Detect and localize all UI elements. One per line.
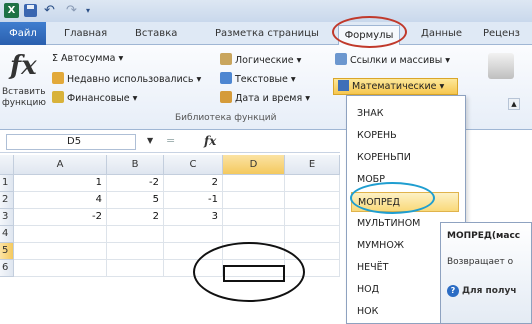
cell-a3[interactable]: -2 [14,209,107,226]
lookup-icon [335,53,347,65]
name-box-dropdown-icon[interactable]: ▼ [147,136,153,145]
calendar-icon [220,91,232,103]
logical-label: Логические ▾ [235,55,302,66]
row-header[interactable]: 2 [0,192,14,209]
blue-circle-annotation [350,182,435,214]
cell-b1[interactable]: -2 [107,175,164,192]
text-functions-button[interactable]: Текстовые ▾ [220,72,296,85]
autosum-label: Σ Автосумма ▾ [52,53,124,64]
menu-item-znak[interactable]: ЗНАК [357,104,462,124]
tab-page-layout[interactable]: Разметка страницы [215,28,319,39]
logical-button[interactable]: Логические ▾ [220,53,301,66]
function-tooltip: МОПРЕД(масс Возвращает о ? Для получ [440,222,532,324]
cell-d1[interactable] [223,175,285,192]
row-header[interactable]: 3 [0,209,14,226]
spreadsheet-grid: A B C D E 1 1 -2 2 2 4 5 -1 3 -2 2 3 4 5… [0,155,340,324]
cell-c3[interactable]: 3 [164,209,223,226]
star-icon [52,72,64,84]
formula-cancel-icon[interactable]: = [166,134,175,147]
red-circle-annotation [332,16,407,48]
math-trig-label: Математические ▾ [352,81,445,92]
tooltip-help-link[interactable]: ? Для получ [447,285,517,297]
menu-scroll-up-icon[interactable]: ▲ [508,98,520,110]
lookup-reference-button[interactable]: Ссылки и массивы ▾ [335,53,450,66]
function-library-group-label: Библиотека функций [175,113,277,123]
quick-access-toolbar: X ↶ ↷ ▾ [0,0,532,22]
logical-book-icon [220,53,232,65]
cell-b4[interactable] [107,226,164,243]
cell-c4[interactable] [164,226,223,243]
cell-e2[interactable] [285,192,340,209]
cell-e1[interactable] [285,175,340,192]
cell-c1[interactable]: 2 [164,175,223,192]
row-header[interactable]: 5 [0,243,14,260]
math-icon [338,80,349,91]
datetime-button[interactable]: Дата и время ▾ [220,91,310,104]
tab-insert[interactable]: Вставка [135,28,177,39]
cell-d4[interactable] [223,226,285,243]
black-circle-annotation [193,242,305,302]
recent-functions-label: Недавно использовались ▾ [67,74,202,85]
row-header[interactable]: 1 [0,175,14,192]
cell-d2[interactable] [223,192,285,209]
cell-a6[interactable] [14,260,107,277]
column-header[interactable]: E [285,155,340,175]
formula-fx-icon[interactable]: fx [204,134,216,148]
row-header[interactable]: 4 [0,226,14,243]
tab-home[interactable]: Главная [64,28,107,39]
recent-functions-button[interactable]: Недавно использовались ▾ [52,72,201,85]
cell-a2[interactable]: 4 [14,192,107,209]
autosum-button[interactable]: Σ Автосумма ▾ [52,53,123,64]
insert-function-icon[interactable]: fx [10,51,37,81]
cell-e3[interactable] [285,209,340,226]
cell-a5[interactable] [14,243,107,260]
coins-icon [52,91,64,103]
customize-qat-icon[interactable]: ▾ [86,4,99,17]
select-all-corner[interactable] [0,155,14,175]
tooltip-description: Возвращает о [447,257,514,267]
cell-e4[interactable] [285,226,340,243]
text-icon [220,72,232,84]
insert-function-button[interactable]: Вставить функцию [2,87,46,109]
math-trig-button[interactable]: Математические ▾ [333,78,458,95]
ribbon-tabs: Файл Главная Вставка Разметка страницы Ф… [0,22,532,46]
name-box[interactable]: D5 [6,134,136,150]
help-icon: ? [447,285,459,297]
formula-bar: D5 ▼ = fx [0,131,340,153]
column-header[interactable]: A [14,155,107,175]
cell-d3[interactable] [223,209,285,226]
tooltip-help-label: Для получ [462,286,517,296]
calc-printer-icon[interactable] [488,53,514,79]
cell-b2[interactable]: 5 [107,192,164,209]
save-icon[interactable] [24,4,37,17]
excel-logo-icon: X [4,3,19,18]
cell-c2[interactable]: -1 [164,192,223,209]
lookup-reference-label: Ссылки и массивы ▾ [350,55,451,66]
tab-data[interactable]: Данные [421,28,462,39]
column-header[interactable]: D [223,155,285,175]
menu-item-korenpi[interactable]: КОРЕНЬПИ [357,148,462,168]
cell-a1[interactable]: 1 [14,175,107,192]
financial-label: Финансовые ▾ [67,93,138,104]
cell-b6[interactable] [107,260,164,277]
tooltip-title: МОПРЕД(масс [447,231,521,241]
financial-button[interactable]: Финансовые ▾ [52,91,137,104]
cell-b3[interactable]: 2 [107,209,164,226]
cell-b5[interactable] [107,243,164,260]
tab-review[interactable]: Реценз [483,28,520,39]
row-header[interactable]: 6 [0,260,14,277]
cell-a4[interactable] [14,226,107,243]
text-functions-label: Текстовые ▾ [235,74,296,85]
tab-file[interactable]: Файл [0,22,46,45]
undo-icon[interactable]: ↶ [44,4,57,17]
menu-item-koren[interactable]: КОРЕНЬ [357,126,462,146]
redo-icon[interactable]: ↷ [66,4,79,17]
datetime-label: Дата и время ▾ [235,93,310,104]
column-header[interactable]: C [164,155,223,175]
column-header[interactable]: B [107,155,164,175]
